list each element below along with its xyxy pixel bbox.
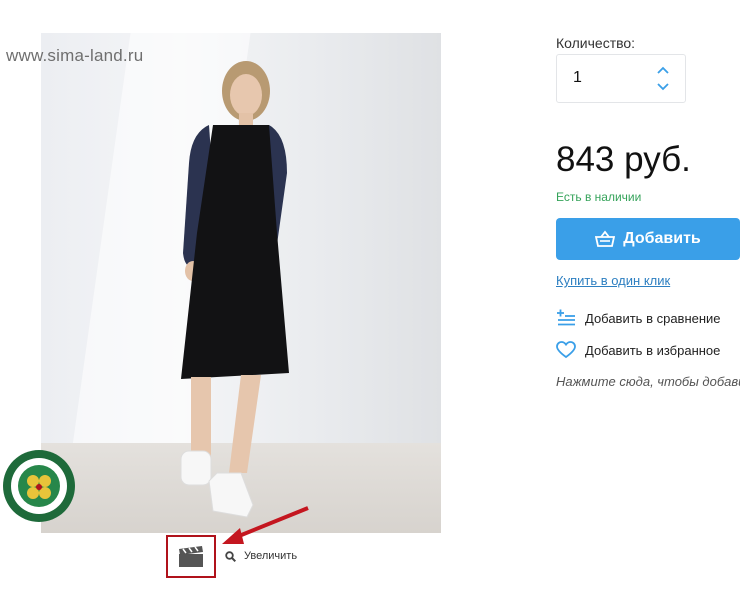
quantity-value[interactable]: 1 (573, 69, 582, 87)
video-icon (179, 545, 203, 567)
stock-status: Есть в наличии (556, 190, 642, 204)
add-button-label: Добавить (623, 230, 701, 247)
video-thumbnail[interactable] (166, 535, 216, 578)
quantity-stepper[interactable]: 1 (556, 54, 686, 103)
favorite-label: Добавить в избранное (585, 342, 721, 358)
product-photo[interactable] (41, 33, 441, 533)
add-to-cart-button[interactable]: Добавить (556, 218, 740, 260)
buy-one-click-link[interactable]: Купить в один клик (556, 273, 670, 288)
price: 843 руб. (556, 140, 691, 179)
zoom-label: Увеличить (244, 550, 298, 562)
model-figure (180, 61, 289, 518)
add-to-compare[interactable]: Добавить в сравнение (556, 309, 721, 327)
hint-text[interactable]: Нажмите сюда, чтобы добави (556, 374, 740, 389)
chevron-down-icon[interactable] (655, 80, 671, 94)
add-to-favorites[interactable]: Добавить в избранное (556, 341, 720, 359)
chevron-up-icon[interactable] (655, 63, 671, 77)
search-icon (225, 550, 236, 562)
compare-icon (557, 309, 575, 326)
quantity-label: Количество: (556, 35, 636, 51)
heart-icon (556, 341, 576, 359)
basket-icon (595, 230, 616, 247)
brand-seal-logo (3, 450, 75, 522)
compare-label: Добавить в сравнение (585, 310, 721, 326)
zoom-link[interactable]: Увеличить (225, 550, 297, 562)
watermark: www.sima-land.ru (6, 46, 144, 65)
